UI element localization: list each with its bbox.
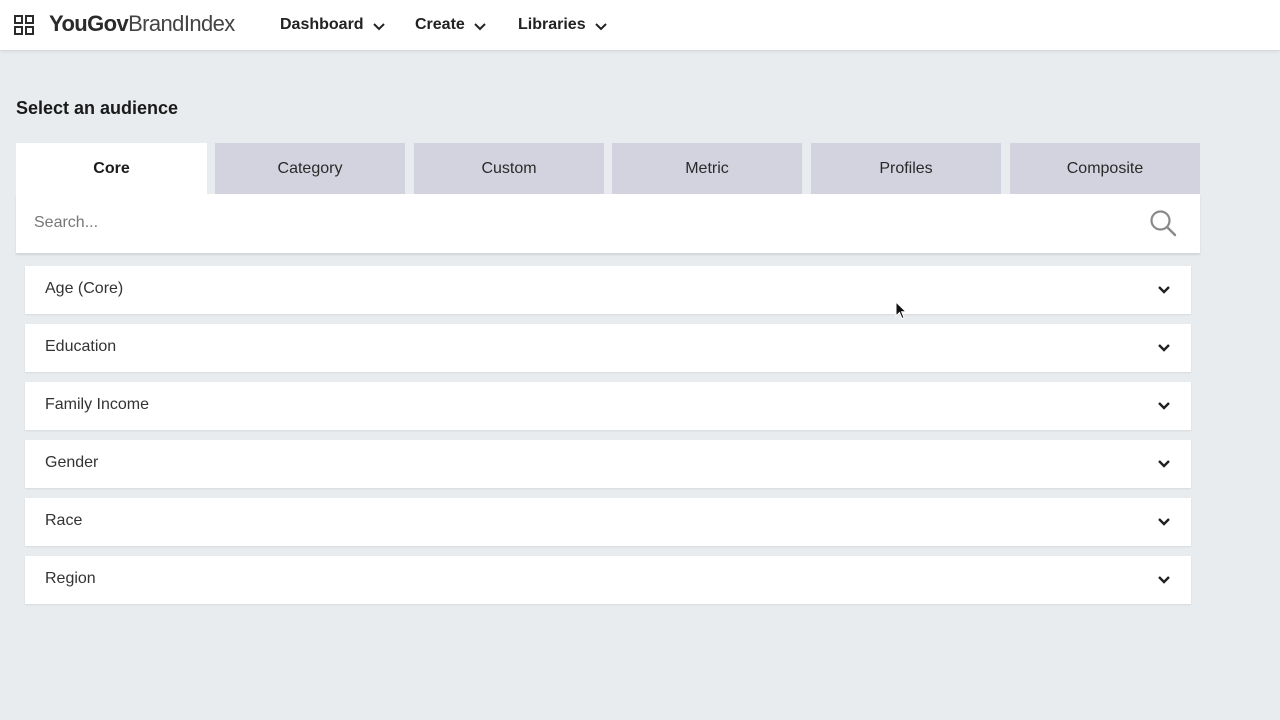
chevron-down-icon[interactable] <box>1157 517 1171 527</box>
search-icon[interactable] <box>1149 209 1177 237</box>
brand-logo[interactable]: YouGovBrandIndex <box>49 11 235 37</box>
chevron-down-icon[interactable] <box>1157 285 1171 295</box>
accordion-gender[interactable]: Gender <box>25 440 1191 488</box>
chevron-down-icon[interactable] <box>1157 343 1171 353</box>
tab-composite[interactable]: Composite <box>1010 143 1200 194</box>
tab-profiles-label: Profiles <box>879 159 933 177</box>
accordion-label: Race <box>45 512 83 529</box>
grid-apps-icon[interactable] <box>14 15 34 35</box>
search-panel <box>16 194 1200 253</box>
tab-core[interactable]: Core <box>16 143 207 194</box>
nav-create-label: Create <box>415 16 465 33</box>
accordion-education[interactable]: Education <box>25 324 1191 372</box>
nav-dashboard[interactable]: Dashboard <box>280 14 385 36</box>
brand-name-light: BrandIndex <box>128 11 235 36</box>
mouse-cursor-icon <box>895 301 907 320</box>
accordion-age-core[interactable]: Age (Core) <box>25 266 1191 314</box>
tab-category-label: Category <box>277 159 343 177</box>
accordion-race[interactable]: Race <box>25 498 1191 546</box>
chevron-down-icon[interactable] <box>1157 459 1171 469</box>
nav-libraries[interactable]: Libraries <box>518 14 607 36</box>
brand-name-bold: YouGov <box>49 11 129 36</box>
chevron-down-icon <box>372 22 385 30</box>
search-input[interactable] <box>34 208 1134 238</box>
chevron-down-icon <box>594 22 607 30</box>
nav-libraries-label: Libraries <box>518 16 586 33</box>
chevron-down-icon <box>474 22 486 30</box>
tab-profiles[interactable]: Profiles <box>811 143 1001 194</box>
tab-core-label: Core <box>93 159 130 177</box>
tab-metric-label: Metric <box>685 159 729 177</box>
accordion-family-income[interactable]: Family Income <box>25 382 1191 430</box>
tab-custom-label: Custom <box>481 159 537 177</box>
accordion-region[interactable]: Region <box>25 556 1191 604</box>
accordion-label: Family Income <box>45 396 150 413</box>
tab-custom[interactable]: Custom <box>414 143 604 194</box>
nav-create[interactable]: Create <box>415 14 486 36</box>
nav-dashboard-label: Dashboard <box>280 16 364 33</box>
tab-metric[interactable]: Metric <box>612 143 802 194</box>
accordion-label: Age (Core) <box>45 280 124 297</box>
page-title: Select an audience <box>16 98 179 118</box>
tab-composite-label: Composite <box>1066 159 1144 177</box>
accordion-label: Gender <box>45 454 99 471</box>
tab-category[interactable]: Category <box>215 143 405 194</box>
top-nav-bar: YouGovBrandIndex Dashboard Create Librar… <box>0 0 1280 50</box>
chevron-down-icon[interactable] <box>1157 575 1171 585</box>
accordion-label: Education <box>45 338 117 355</box>
chevron-down-icon[interactable] <box>1157 401 1171 411</box>
accordion-label: Region <box>45 570 96 587</box>
